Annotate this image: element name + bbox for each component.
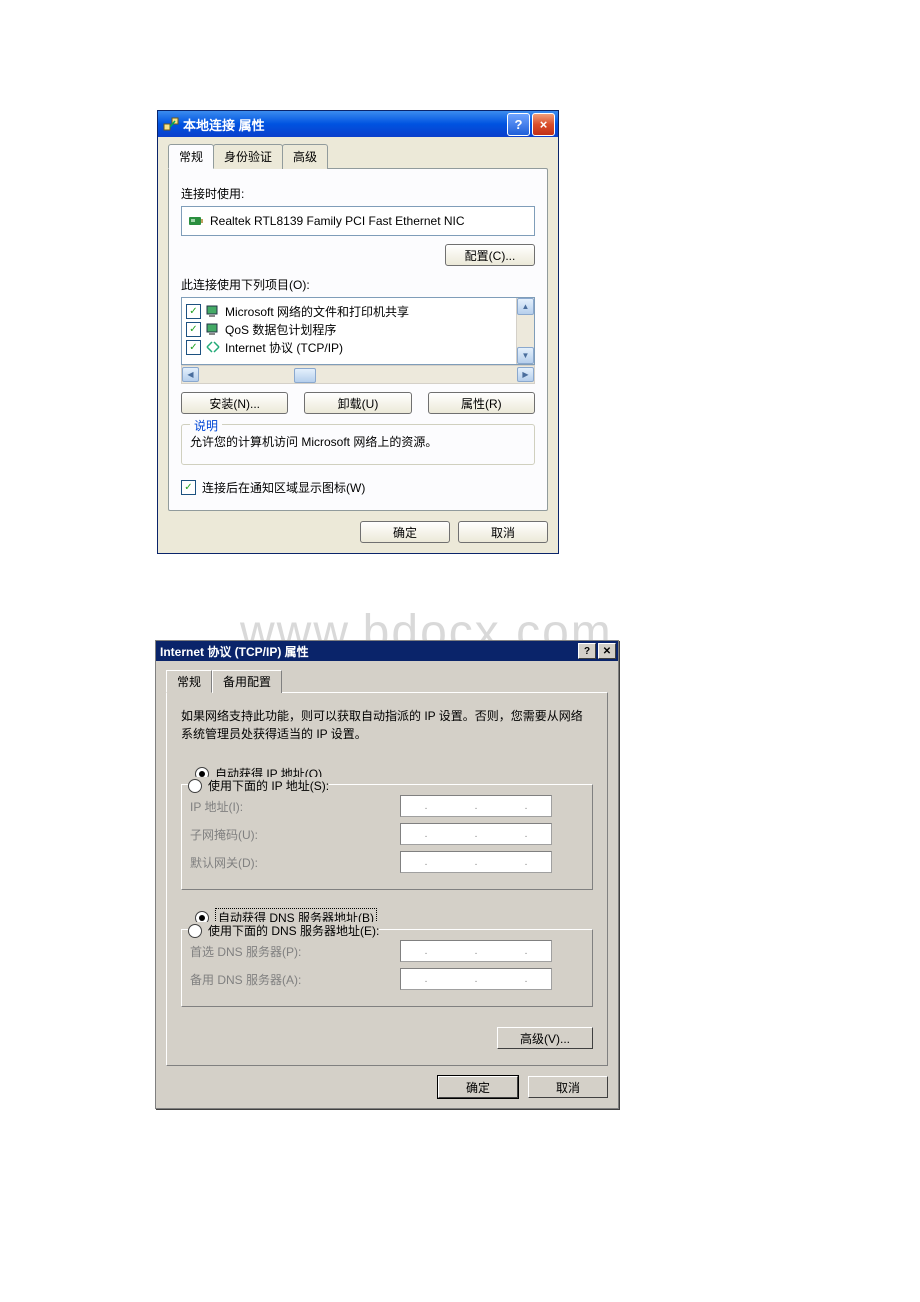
description-groupbox: 说明 允许您的计算机访问 Microsoft 网络上的资源。 (181, 424, 535, 465)
list-item[interactable]: ✓ Microsoft 网络的文件和打印机共享 (186, 302, 514, 320)
vertical-scrollbar[interactable]: ▲ ▼ (516, 298, 534, 364)
close-button[interactable]: × (532, 113, 555, 136)
checkbox[interactable]: ✓ (186, 322, 201, 337)
checkbox[interactable]: ✓ (186, 304, 201, 319)
dialog-title: Internet 协议 (TCP/IP) 属性 (160, 643, 576, 660)
connect-using-label: 连接时使用: (181, 185, 535, 202)
properties-button[interactable]: 属性(R) (428, 392, 535, 414)
ip-address-label: IP 地址(I): (190, 798, 390, 815)
show-icon-label: 连接后在通知区域显示图标(W) (202, 479, 365, 496)
tab-advanced[interactable]: 高级 (282, 144, 328, 169)
preferred-dns-label: 首选 DNS 服务器(P): (190, 943, 390, 960)
list-item-label: QoS 数据包计划程序 (225, 321, 336, 338)
network-connection-icon (163, 116, 179, 132)
tab-strip: 常规 备用配置 (166, 670, 608, 693)
manual-ip-radio[interactable] (188, 779, 202, 793)
network-components-list[interactable]: ✓ Microsoft 网络的文件和打印机共享 ✓ QoS 数据包计划程序 ✓ … (181, 297, 535, 365)
description-text: 如果网络支持此功能，则可以获取自动指派的 IP 设置。否则，您需要从网络系统管理… (181, 707, 593, 743)
protocol-icon (205, 340, 221, 354)
items-used-label: 此连接使用下列项目(O): (181, 276, 535, 293)
manual-ip-group: 使用下面的 IP 地址(S): IP 地址(I): ... 子网掩码(U): .… (181, 784, 593, 890)
list-item-label: Internet 协议 (TCP/IP) (225, 339, 343, 356)
tab-panel-general: 连接时使用: Realtek RTL8139 Family PCI Fast E… (168, 168, 548, 511)
cancel-button[interactable]: 取消 (458, 521, 548, 543)
default-gateway-input[interactable]: ... (400, 851, 552, 873)
manual-dns-label: 使用下面的 DNS 服务器地址(E): (208, 922, 379, 939)
local-area-connection-properties-dialog: 本地连接 属性 ? × 常规 身份验证 高级 连接时使用: Realtek RT… (157, 110, 559, 554)
tab-general[interactable]: 常规 (168, 144, 214, 169)
tab-panel-general: 如果网络支持此功能，则可以获取自动指派的 IP 设置。否则，您需要从网络系统管理… (166, 692, 608, 1066)
description-text: 允许您的计算机访问 Microsoft 网络上的资源。 (190, 433, 526, 450)
checkbox[interactable]: ✓ (186, 340, 201, 355)
titlebar[interactable]: 本地连接 属性 ? × (158, 111, 558, 137)
scrollbar-thumb[interactable] (294, 368, 316, 383)
configure-button[interactable]: 配置(C)... (445, 244, 535, 266)
adapter-name: Realtek RTL8139 Family PCI Fast Ethernet… (210, 214, 465, 228)
manual-dns-radio[interactable] (188, 924, 202, 938)
dialog-title: 本地连接 属性 (183, 115, 505, 134)
network-adapter-icon (188, 214, 204, 228)
scrollbar-track[interactable] (199, 367, 517, 382)
close-button[interactable]: ✕ (598, 643, 616, 659)
install-button[interactable]: 安装(N)... (181, 392, 288, 414)
list-item[interactable]: ✓ QoS 数据包计划程序 (186, 320, 514, 338)
scroll-up-icon[interactable]: ▲ (517, 298, 534, 315)
manual-dns-group: 使用下面的 DNS 服务器地址(E): 首选 DNS 服务器(P): ... 备… (181, 929, 593, 1007)
default-gateway-label: 默认网关(D): (190, 854, 390, 871)
tab-authentication[interactable]: 身份验证 (213, 144, 283, 169)
scroll-left-icon[interactable]: ◀ (182, 367, 199, 382)
alternate-dns-label: 备用 DNS 服务器(A): (190, 971, 390, 988)
tab-general[interactable]: 常规 (166, 670, 212, 693)
service-icon (205, 304, 221, 318)
ip-address-input[interactable]: ... (400, 795, 552, 817)
preferred-dns-input[interactable]: ... (400, 940, 552, 962)
tab-strip: 常规 身份验证 高级 (168, 144, 548, 169)
scroll-down-icon[interactable]: ▼ (517, 347, 534, 364)
tcpip-properties-dialog: Internet 协议 (TCP/IP) 属性 ? ✕ 常规 备用配置 如果网络… (155, 640, 619, 1109)
advanced-button[interactable]: 高级(V)... (497, 1027, 593, 1049)
cancel-button[interactable]: 取消 (528, 1076, 608, 1098)
titlebar[interactable]: Internet 协议 (TCP/IP) 属性 ? ✕ (156, 641, 618, 661)
subnet-mask-label: 子网掩码(U): (190, 826, 390, 843)
adapter-field[interactable]: Realtek RTL8139 Family PCI Fast Ethernet… (181, 206, 535, 236)
list-item[interactable]: ✓ Internet 协议 (TCP/IP) (186, 338, 514, 356)
service-icon (205, 322, 221, 336)
scroll-right-icon[interactable]: ▶ (517, 367, 534, 382)
subnet-mask-input[interactable]: ... (400, 823, 552, 845)
show-icon-checkbox[interactable]: ✓ (181, 480, 196, 495)
description-group-title: 说明 (190, 417, 222, 434)
help-button[interactable]: ? (578, 643, 596, 659)
ok-button[interactable]: 确定 (360, 521, 450, 543)
ok-button[interactable]: 确定 (438, 1076, 518, 1098)
uninstall-button[interactable]: 卸载(U) (304, 392, 411, 414)
alternate-dns-input[interactable]: ... (400, 968, 552, 990)
horizontal-scrollbar[interactable]: ◀ ▶ (181, 365, 535, 384)
tab-alternate-config[interactable]: 备用配置 (212, 670, 282, 693)
manual-ip-label: 使用下面的 IP 地址(S): (208, 777, 329, 794)
list-item-label: Microsoft 网络的文件和打印机共享 (225, 303, 409, 320)
help-button[interactable]: ? (507, 113, 530, 136)
